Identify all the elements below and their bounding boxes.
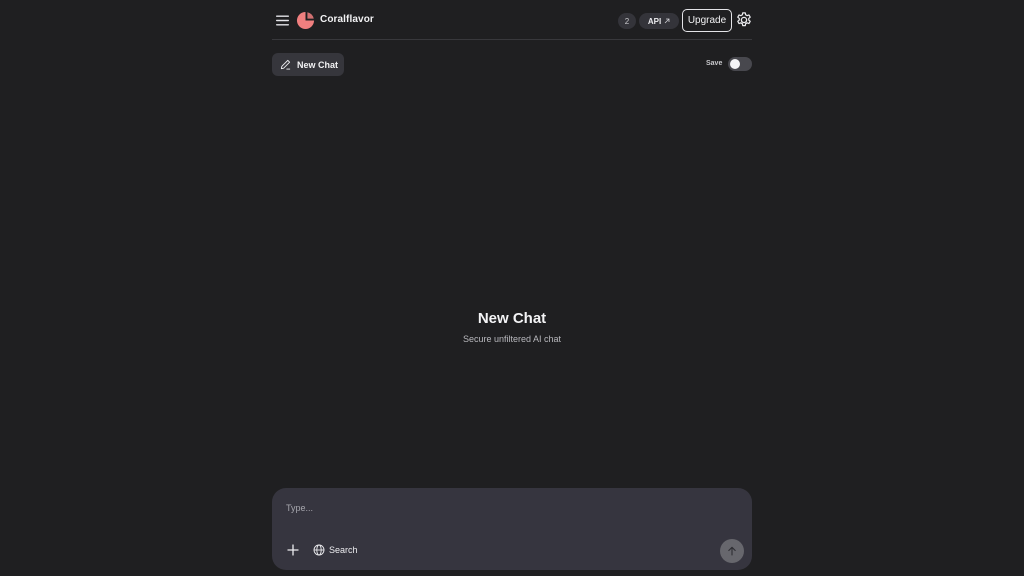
globe-icon	[313, 544, 325, 556]
save-toggle[interactable]	[728, 57, 752, 71]
page-title: New Chat	[477, 310, 547, 327]
save-label: Save	[706, 60, 723, 67]
brand-name[interactable]: Coralflavor	[320, 14, 374, 25]
arrow-up-icon	[728, 546, 736, 556]
top-header: Coralflavor 2 API Upgrade	[272, 0, 752, 40]
coral-logo[interactable]	[296, 11, 315, 30]
plus-icon[interactable]	[286, 543, 300, 557]
message-composer: Search	[272, 488, 752, 570]
toggle-knob	[730, 59, 740, 69]
gear-icon[interactable]	[735, 11, 753, 29]
new-chat-label: New Chat	[297, 59, 339, 70]
search-button[interactable]: Search	[313, 542, 358, 558]
message-input[interactable]	[286, 500, 726, 516]
api-label: API	[647, 16, 662, 26]
app-page: Coralflavor 2 API Upgrade New Chat Save …	[0, 0, 1024, 576]
main-column: Coralflavor 2 API Upgrade New Chat Save …	[272, 0, 752, 576]
send-button[interactable]	[720, 539, 744, 563]
api-button[interactable]: API	[639, 13, 679, 29]
search-label: Search	[329, 545, 358, 555]
page-subtitle: Secure unfiltered AI chat	[462, 334, 562, 344]
menu-icon	[275, 15, 289, 25]
upgrade-button[interactable]: Upgrade	[682, 9, 732, 32]
arrow-up-right-icon	[664, 18, 670, 24]
new-chat-button[interactable]: New Chat	[272, 53, 344, 76]
pencil-icon	[280, 59, 291, 70]
menu-button[interactable]	[272, 10, 292, 30]
count-badge: 2	[618, 13, 636, 29]
